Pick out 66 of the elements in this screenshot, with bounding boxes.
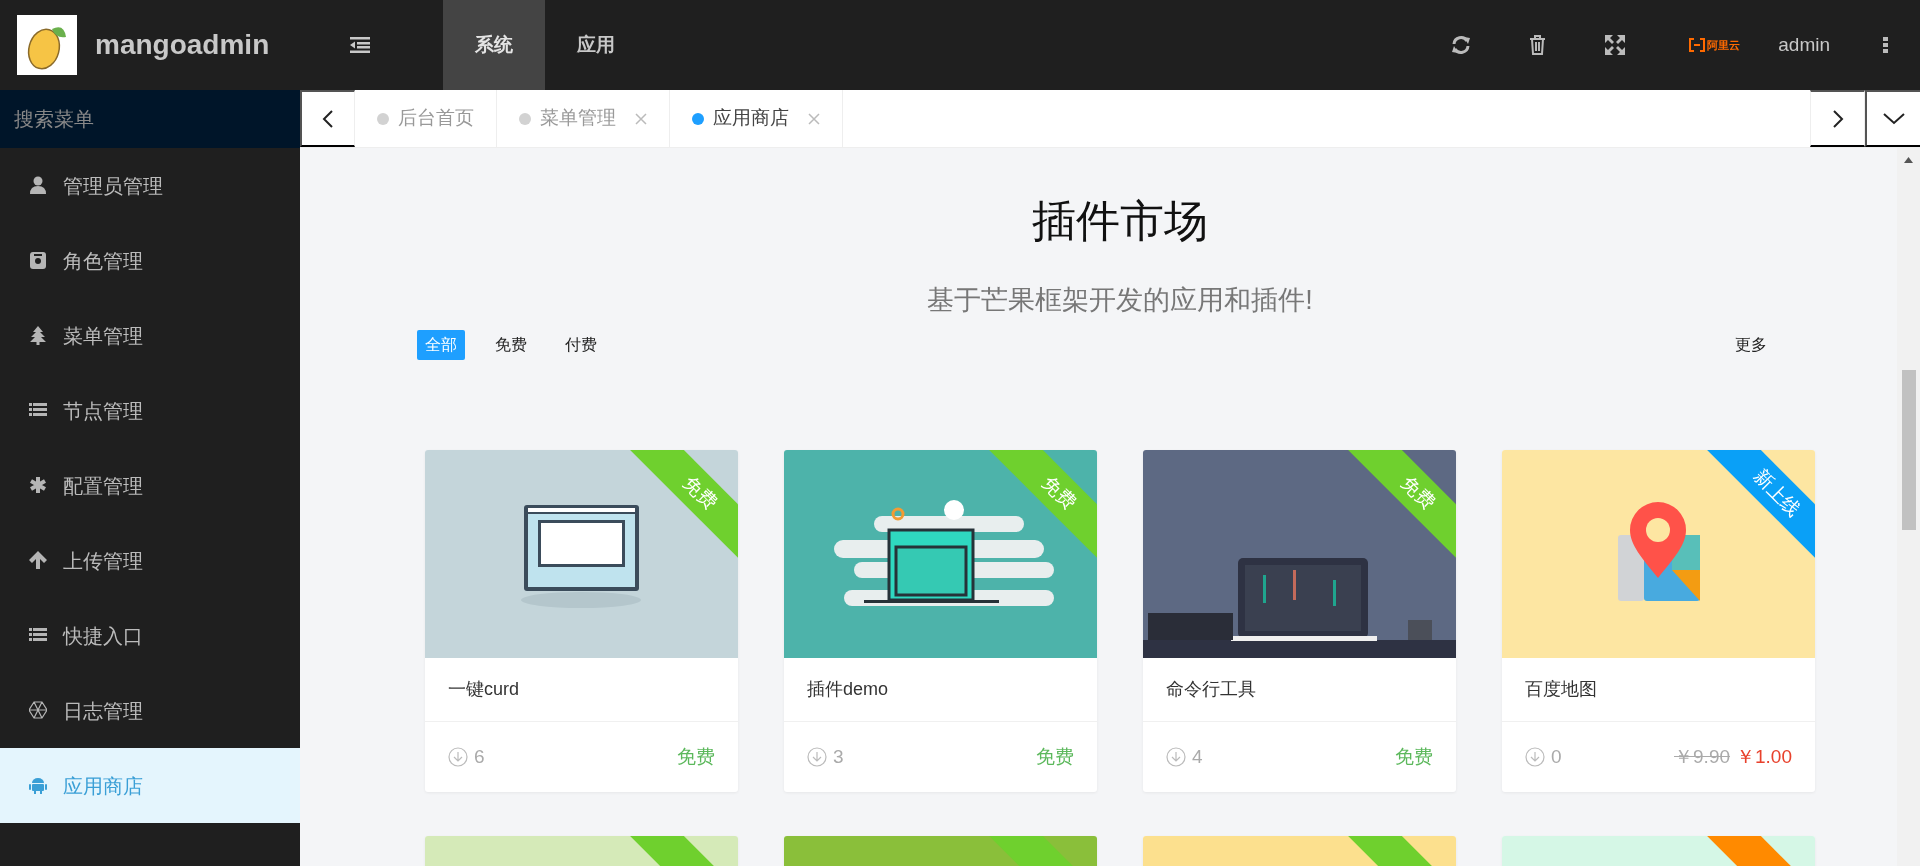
bracket-logo-icon — [1689, 38, 1706, 52]
sidebar-item[interactable]: 角色管理 — [0, 223, 300, 298]
download-icon — [448, 747, 468, 768]
price: 免费 — [1395, 745, 1433, 770]
sidebar-item[interactable]: 节点管理 — [0, 373, 300, 448]
app-card[interactable]: 免费 插件demo 3 免费 — [784, 450, 1097, 793]
search-field[interactable]: 搜索菜单 — [0, 90, 300, 148]
scroll-right-button[interactable] — [1810, 90, 1865, 147]
app-card[interactable]: 免费 一键curd 6 免费 — [425, 450, 738, 793]
status-dot-icon — [519, 112, 531, 125]
download-count: 3 — [833, 745, 844, 770]
sidebar-item[interactable]: 上传管理 — [0, 523, 300, 598]
app-card[interactable]: 免费 命令行工具 4 免费 — [1143, 450, 1456, 793]
page-subtitle: 基于芒果框架开发的应用和插件! — [926, 283, 1314, 317]
original-price: ￥9.90 — [1674, 745, 1730, 770]
filter-tab[interactable]: 付费 — [557, 330, 605, 361]
tree-icon — [29, 326, 47, 345]
app-card[interactable]: 新上线 百度地图 0 ￥9.90 ￥1.00 — [1502, 450, 1815, 793]
user-icon — [29, 176, 47, 195]
scroll-left-button[interactable] — [300, 90, 355, 147]
page-title: 插件市场 — [1031, 195, 1209, 247]
download-icon — [1525, 747, 1545, 768]
status-dot-icon — [377, 112, 389, 125]
scrollbar-thumb[interactable] — [1902, 370, 1916, 530]
more-icon[interactable] — [1882, 37, 1888, 53]
hexagon-icon — [29, 701, 47, 720]
robot-icon — [29, 776, 47, 795]
user-name[interactable]: admin — [1778, 30, 1830, 60]
scrollbar[interactable] — [1897, 148, 1920, 866]
asterisk-icon — [29, 476, 47, 495]
download-count: 0 — [1551, 745, 1562, 770]
status-dot-icon — [692, 112, 704, 125]
sale-price: ￥1.00 — [1736, 745, 1792, 770]
sidebar-item[interactable]: 管理员管理 — [0, 148, 300, 223]
app-title: 命令行工具 — [1166, 678, 1256, 702]
scroll-up-icon[interactable] — [1904, 157, 1913, 163]
app-title: 一键curd — [448, 678, 519, 702]
price: 免费 — [1036, 745, 1074, 770]
module-tab[interactable]: 应用 — [545, 0, 647, 90]
brand-mark: 阿里云 — [1707, 37, 1741, 53]
chevron-right-icon[interactable] — [1831, 108, 1844, 129]
arrow-up-icon — [29, 551, 47, 570]
filter-tab[interactable]: 免费 — [487, 330, 535, 361]
brand-name: mangoadmin — [95, 28, 270, 62]
trash-icon[interactable] — [1529, 35, 1547, 55]
app-title: 百度地图 — [1525, 678, 1597, 702]
sidebar-item[interactable]: 日志管理 — [0, 673, 300, 748]
download-icon — [1166, 747, 1186, 768]
sidebar-item[interactable]: 快捷入口 — [0, 598, 300, 673]
app-title: 插件demo — [807, 678, 889, 702]
price: 免费 — [677, 745, 715, 770]
fullscreen-icon[interactable] — [1604, 35, 1625, 55]
tab-menu-button[interactable] — [1865, 90, 1920, 147]
indent-icon[interactable] — [350, 37, 370, 53]
download-count: 4 — [1192, 745, 1203, 770]
download-count: 6 — [474, 745, 485, 770]
sidebar-item[interactable]: 菜单管理 — [0, 298, 300, 373]
logo-icon — [17, 15, 77, 75]
id-badge-icon — [29, 251, 47, 270]
more-link[interactable]: 更多 — [1727, 330, 1775, 361]
refresh-icon[interactable] — [1450, 35, 1471, 55]
chevron-left-icon[interactable] — [322, 108, 334, 129]
download-icon — [807, 747, 827, 768]
module-tab[interactable]: 系统 — [443, 0, 545, 90]
chevron-down-icon[interactable] — [1882, 112, 1905, 125]
sidebar-item[interactable]: 配置管理 — [0, 448, 300, 523]
